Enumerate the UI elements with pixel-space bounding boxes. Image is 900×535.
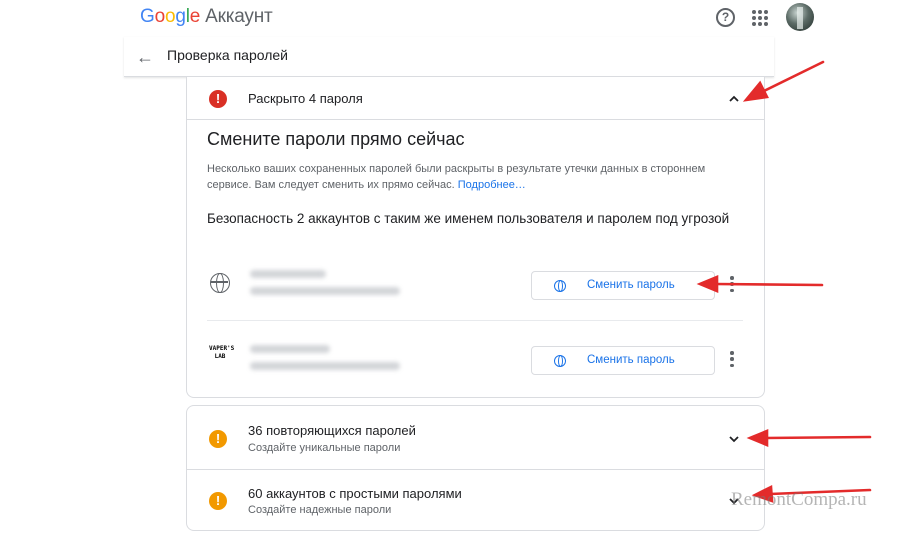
compromised-header[interactable]: ! Раскрыто 4 пароля bbox=[187, 77, 764, 120]
list-item: VAPER'S LAB Сменить пароль bbox=[207, 335, 743, 385]
app-bar: Google Аккаунт ? bbox=[0, 0, 900, 36]
change-password-button[interactable]: Сменить пароль bbox=[531, 271, 715, 300]
logo-letter: G bbox=[140, 6, 155, 27]
redacted-site bbox=[250, 270, 326, 278]
compromised-passwords-card: ! Раскрыто 4 пароля Смените пароли прямо… bbox=[186, 77, 765, 398]
avatar[interactable] bbox=[786, 3, 814, 31]
change-password-label: Сменить пароль bbox=[587, 354, 675, 366]
globe-icon bbox=[554, 355, 566, 367]
reused-passwords-subtitle: Создайте уникальные пароли bbox=[248, 442, 401, 454]
more-vert-icon[interactable] bbox=[729, 349, 735, 369]
section-description: Несколько ваших сохраненных паролей были… bbox=[207, 161, 707, 193]
globe-icon bbox=[554, 280, 566, 292]
list-item: Сменить пароль bbox=[207, 260, 743, 310]
redacted-site bbox=[250, 345, 330, 353]
chevron-up-icon[interactable] bbox=[728, 93, 740, 105]
error-icon: ! bbox=[209, 90, 227, 108]
change-password-button[interactable]: Сменить пароль bbox=[531, 346, 715, 375]
weak-passwords-title: 60 аккаунтов с простыми паролями bbox=[248, 486, 462, 501]
risk-text: Безопасность 2 аккаунтов с таким же имен… bbox=[207, 211, 730, 226]
warning-icon: ! bbox=[209, 430, 227, 448]
apps-grid-icon[interactable] bbox=[752, 10, 768, 26]
arrow-back-icon[interactable]: ← bbox=[136, 47, 154, 68]
warning-icon: ! bbox=[209, 492, 227, 510]
watermark: RemontCompa.ru bbox=[731, 489, 867, 510]
page-header: ← Проверка паролей bbox=[124, 37, 774, 77]
google-account-logo[interactable]: Google Аккаунт bbox=[140, 6, 273, 28]
redacted-username bbox=[250, 287, 400, 295]
change-password-label: Сменить пароль bbox=[587, 279, 675, 291]
weak-passwords-subtitle: Создайте надежные пароли bbox=[248, 504, 392, 516]
page-title: Проверка паролей bbox=[167, 47, 289, 63]
reused-passwords-title: 36 повторяющихся паролей bbox=[248, 423, 416, 438]
compromised-heading: Раскрыто 4 пароля bbox=[248, 91, 363, 106]
annotation-arrow bbox=[763, 435, 872, 440]
logo-letter: e bbox=[189, 6, 201, 27]
more-vert-icon[interactable] bbox=[729, 274, 735, 294]
description-text: Несколько ваших сохраненных паролей были… bbox=[207, 163, 706, 191]
password-issues-card: ! 36 повторяющихся паролей Создайте уник… bbox=[186, 405, 765, 531]
learn-more-link[interactable]: Подробнее… bbox=[458, 179, 526, 191]
divider bbox=[187, 469, 764, 470]
logo-letter: g bbox=[175, 6, 186, 27]
redacted-username bbox=[250, 362, 400, 370]
help-icon[interactable]: ? bbox=[716, 8, 735, 27]
section-title: Смените пароли прямо сейчас bbox=[207, 129, 465, 149]
site-logo: VAPER'S LAB bbox=[209, 345, 235, 360]
logo-letter: o bbox=[164, 6, 176, 27]
globe-icon bbox=[210, 273, 230, 293]
chevron-down-icon[interactable] bbox=[728, 433, 740, 445]
divider bbox=[207, 320, 743, 321]
product-name: Аккаунт bbox=[205, 6, 273, 27]
logo-letter: o bbox=[154, 6, 166, 27]
